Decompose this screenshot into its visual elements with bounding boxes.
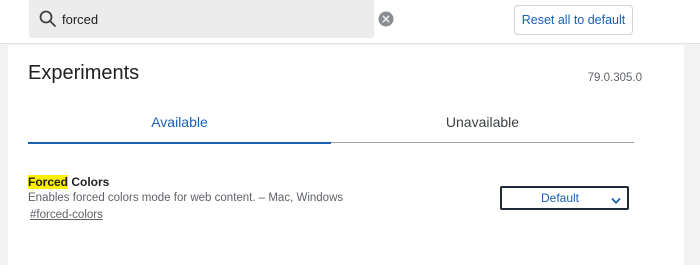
active-tab-indicator: [28, 142, 331, 144]
page-title: Experiments: [28, 62, 140, 84]
close-circle-icon[interactable]: [378, 11, 394, 27]
experiment-permalink[interactable]: #forced-colors: [30, 209, 103, 221]
tab-available[interactable]: Available: [28, 101, 331, 144]
experiment-title-rest: Colors: [68, 175, 110, 189]
select-value: Default: [540, 191, 580, 205]
tab-label: Unavailable: [445, 114, 520, 130]
chevron-down-icon: [611, 193, 621, 204]
search-input[interactable]: [62, 8, 342, 30]
experiment-description: Enables forced colors mode for web conte…: [28, 192, 344, 204]
top-bar: Reset all to default: [0, 0, 700, 44]
tab-bar: Available Unavailable: [28, 101, 634, 144]
tab-label: Available: [151, 114, 208, 130]
reset-all-button[interactable]: Reset all to default: [514, 5, 633, 35]
experiment-state-select[interactable]: Default: [500, 186, 629, 210]
experiments-panel: Experiments 79.0.305.0 Available Unavail…: [8, 45, 684, 265]
search-icon: [38, 9, 58, 29]
tab-unavailable[interactable]: Unavailable: [331, 101, 634, 143]
experiment-title: Forced Colors: [28, 175, 109, 189]
search-highlight: Forced: [28, 175, 69, 189]
search-box[interactable]: [29, 0, 394, 38]
version-label: 79.0.305.0: [587, 72, 642, 84]
